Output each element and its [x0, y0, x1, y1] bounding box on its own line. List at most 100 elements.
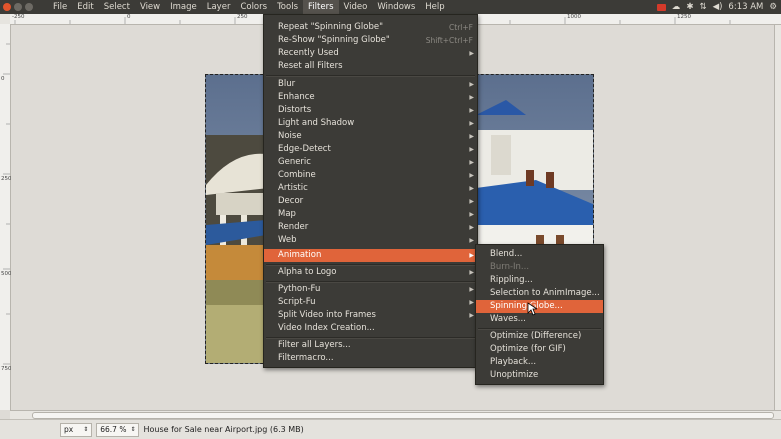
menu-tools[interactable]: Tools: [272, 0, 303, 14]
maximize-window-icon[interactable]: [25, 3, 33, 11]
menu-item-label: Animation: [278, 250, 322, 260]
network-icon[interactable]: ⇅: [699, 2, 706, 12]
menu-item-web[interactable]: Web ▶: [264, 234, 477, 247]
menu-item-label: Render: [278, 222, 309, 232]
vertical-scrollbar[interactable]: [774, 25, 781, 410]
menu-item-label: Split Video into Frames: [278, 310, 376, 320]
menu-item-label: Selection to AnimImage...: [490, 288, 600, 298]
submenu-item-waves[interactable]: Waves...: [476, 313, 603, 326]
file-info: House for Sale near Airport.jpg (6.3 MB): [143, 425, 304, 434]
menu-item-label: Blend...: [490, 249, 523, 259]
menu-item-blur[interactable]: Blur ▶: [264, 78, 477, 91]
menu-item-filter-all-layers[interactable]: Filter all Layers...: [264, 339, 477, 352]
unit-selector[interactable]: px ⇕: [60, 422, 93, 437]
horizontal-scroll-thumb[interactable]: [32, 412, 774, 419]
minimize-window-icon[interactable]: [14, 3, 22, 11]
menu-item-filtermacro[interactable]: Filtermacro...: [264, 352, 477, 365]
menu-file[interactable]: File: [48, 0, 72, 14]
menu-view[interactable]: View: [135, 0, 165, 14]
menu-item-label: Filtermacro...: [278, 353, 334, 363]
submenu-item-burn-in: Burn-In...: [476, 261, 603, 274]
menu-item-label: Unoptimize: [490, 370, 539, 380]
menu-colors[interactable]: Colors: [235, 0, 272, 14]
menu-item-split-video[interactable]: Split Video into Frames ▶: [264, 309, 477, 322]
submenu-arrow-icon: ▶: [469, 211, 474, 218]
zoom-selector[interactable]: 66.7 % ⇕: [96, 422, 140, 437]
menu-item-combine[interactable]: Combine ▶: [264, 169, 477, 182]
horizontal-scrollbar[interactable]: [10, 410, 781, 419]
menu-item-label: Enhance: [278, 92, 315, 102]
menu-item-label: Recently Used: [278, 48, 339, 58]
menu-edit[interactable]: Edit: [72, 0, 98, 14]
menu-item-map[interactable]: Map ▶: [264, 208, 477, 221]
menu-separator: [266, 75, 475, 77]
submenu-item-playback[interactable]: Playback...: [476, 356, 603, 369]
menu-item-repeat[interactable]: Repeat "Spinning Globe" Ctrl+F: [264, 21, 477, 34]
menu-item-generic[interactable]: Generic ▶: [264, 156, 477, 169]
ruler-label: 1250: [677, 14, 691, 20]
menu-item-label: Map: [278, 209, 296, 219]
submenu-arrow-icon: ▶: [469, 198, 474, 205]
submenu-item-rippling[interactable]: Rippling...: [476, 274, 603, 287]
menu-item-label: Waves...: [490, 314, 526, 324]
menu-item-label: Rippling...: [490, 275, 533, 285]
menu-item-artistic[interactable]: Artistic ▶: [264, 182, 477, 195]
system-tray: ☁ ✱ ⇅ ◀) 6:13 AM ⚙: [656, 0, 781, 14]
menu-item-edge-detect[interactable]: Edge-Detect ▶: [264, 143, 477, 156]
menu-select[interactable]: Select: [99, 0, 135, 14]
clock[interactable]: 6:13 AM: [728, 2, 763, 12]
submenu-item-selection-to-animimage[interactable]: Selection to AnimImage...: [476, 287, 603, 300]
menu-windows[interactable]: Windows: [372, 0, 420, 14]
menu-item-noise[interactable]: Noise ▶: [264, 130, 477, 143]
menu-item-video-index[interactable]: Video Index Creation...: [264, 322, 477, 335]
ruler-label: -250: [12, 14, 25, 20]
menu-item-animation[interactable]: Animation ▶: [264, 249, 477, 262]
submenu-arrow-icon: ▶: [469, 146, 474, 153]
ruler-label: 500: [1, 271, 12, 277]
menu-item-light-and-shadow[interactable]: Light and Shadow ▶: [264, 117, 477, 130]
menu-item-label: Optimize (Difference): [490, 331, 582, 341]
menu-layer[interactable]: Layer: [202, 0, 236, 14]
menu-item-label: Edge-Detect: [278, 144, 331, 154]
menu-help[interactable]: Help: [420, 0, 449, 14]
submenu-item-spinning-globe[interactable]: Spinning Globe...: [476, 300, 603, 313]
submenu-arrow-icon: ▶: [469, 286, 474, 293]
submenu-arrow-icon: ▶: [469, 107, 474, 114]
vertical-ruler[interactable]: 0 250 500 750: [0, 24, 12, 410]
record-indicator-icon[interactable]: [656, 3, 666, 11]
menu-item-decor[interactable]: Decor ▶: [264, 195, 477, 208]
submenu-arrow-icon: ▶: [469, 252, 474, 259]
menu-item-label: Playback...: [490, 357, 537, 367]
menu-item-label: Web: [278, 235, 297, 245]
menu-item-reset-filters[interactable]: Reset all Filters: [264, 60, 477, 73]
menu-item-reshow[interactable]: Re-Show "Spinning Globe" Shift+Ctrl+F: [264, 34, 477, 47]
menu-image[interactable]: Image: [165, 0, 202, 14]
menu-item-alpha-to-logo[interactable]: Alpha to Logo ▶: [264, 266, 477, 279]
menu-item-render[interactable]: Render ▶: [264, 221, 477, 234]
gear-icon[interactable]: ⚙: [769, 2, 777, 12]
menu-item-script-fu[interactable]: Script-Fu ▶: [264, 296, 477, 309]
menu-item-label: Filter all Layers...: [278, 340, 351, 350]
menu-filters[interactable]: Filters: [303, 0, 339, 14]
menu-item-label: Decor: [278, 196, 304, 206]
menubar: File Edit Select View Image Layer Colors…: [48, 0, 450, 14]
close-window-icon[interactable]: [3, 3, 11, 11]
menu-item-label: Re-Show "Spinning Globe": [278, 35, 390, 45]
submenu-item-unoptimize[interactable]: Unoptimize: [476, 369, 603, 382]
menu-item-recently-used[interactable]: Recently Used ▶: [264, 47, 477, 60]
menu-item-python-fu[interactable]: Python-Fu ▶: [264, 283, 477, 296]
menu-item-enhance[interactable]: Enhance ▶: [264, 91, 477, 104]
submenu-item-optimize-gif[interactable]: Optimize (for GIF): [476, 343, 603, 356]
bluetooth-icon[interactable]: ✱: [686, 2, 693, 12]
menu-item-label: Reset all Filters: [278, 61, 343, 71]
volume-icon[interactable]: ◀): [713, 2, 723, 12]
submenu-item-blend[interactable]: Blend...: [476, 248, 603, 261]
menu-item-distorts[interactable]: Distorts ▶: [264, 104, 477, 117]
submenu-item-optimize-difference[interactable]: Optimize (Difference): [476, 330, 603, 343]
cloud-icon[interactable]: ☁: [672, 2, 681, 12]
submenu-arrow-icon: ▶: [469, 269, 474, 276]
menu-video[interactable]: Video: [339, 0, 373, 14]
menu-item-label: Blur: [278, 79, 296, 89]
submenu-arrow-icon: ▶: [469, 312, 474, 319]
menu-item-label: Artistic: [278, 183, 308, 193]
